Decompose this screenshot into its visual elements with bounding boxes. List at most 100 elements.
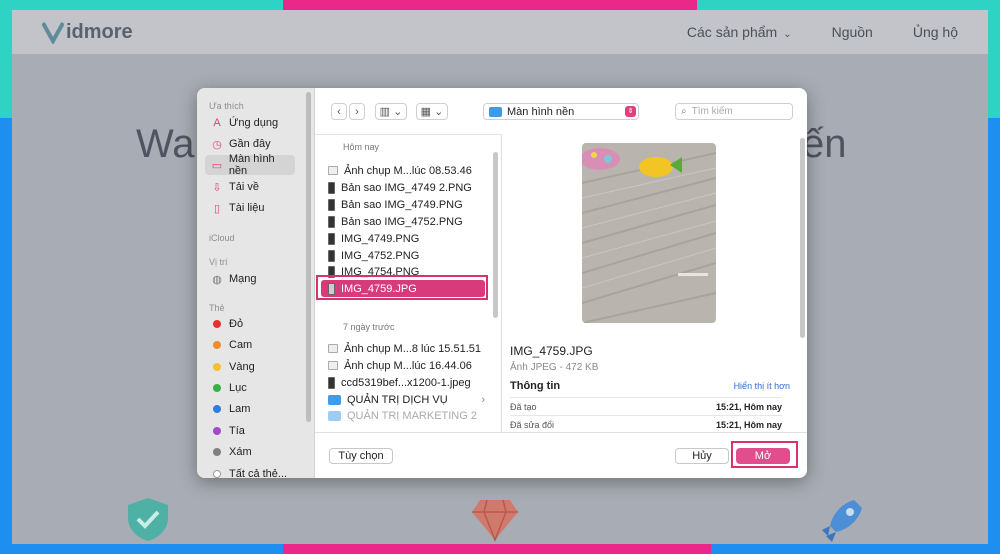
screenshot-file-icon xyxy=(328,166,338,175)
tag-dot-icon xyxy=(213,448,221,456)
preview-file-name: IMG_4759.JPG xyxy=(510,344,593,358)
sidebar-section-locations: Vị trí xyxy=(209,257,228,267)
location-select[interactable]: Màn hình nền ⇕ xyxy=(483,103,639,120)
tag-dot-icon xyxy=(213,341,221,349)
sidebar-item-label: Xám xyxy=(229,446,252,458)
sidebar-tag-gray[interactable]: Xám xyxy=(205,442,295,462)
hero-title-left: Wa xyxy=(136,122,195,166)
screenshot-file-icon xyxy=(328,361,338,370)
chevron-right-icon: › xyxy=(355,105,359,118)
list-item-folder[interactable]: QUẢN TRỊ MARKETING 2 xyxy=(321,407,485,424)
location-label: Màn hình nền xyxy=(507,105,575,118)
selected-file-highlight xyxy=(316,275,488,300)
image-file-icon xyxy=(328,215,335,228)
list-group-today: Hôm nay xyxy=(343,142,380,152)
nav-products[interactable]: Các sản phẩm ⌄ xyxy=(687,24,792,40)
document-icon: ▯ xyxy=(213,202,221,215)
preview-pane: IMG_4759.JPG Ảnh JPEG - 472 KB Thông tin… xyxy=(502,134,807,432)
sidebar-item-label: Đỏ xyxy=(229,318,244,330)
sidebar-item-label: Vàng xyxy=(229,361,255,373)
sidebar-tag-green[interactable]: Lục xyxy=(205,378,295,398)
diamond-icon xyxy=(472,499,518,542)
nav-products-label: Các sản phẩm xyxy=(686,24,778,40)
nav-support[interactable]: Ủng hộ xyxy=(913,24,958,40)
hero-title-right: ến xyxy=(802,122,847,166)
sidebar-item-label: Mạng xyxy=(229,273,257,285)
search-placeholder: Tìm kiếm xyxy=(691,106,733,117)
modified-value: 15:21, Hôm nay xyxy=(715,420,782,430)
list-item-folder[interactable]: QUẢN TRỊ DỊCH VỤ › xyxy=(321,391,485,408)
file-name: QUẢN TRỊ DỊCH VỤ xyxy=(347,393,448,406)
created-label: Đã tạo xyxy=(510,402,537,412)
show-less-link[interactable]: Hiển thị ít hơn xyxy=(734,381,790,391)
list-item[interactable]: Bản sao IMG_4752.PNG xyxy=(321,213,485,230)
forward-button[interactable]: › xyxy=(349,103,365,120)
list-item[interactable]: ccd5319bef...x1200-1.jpeg xyxy=(321,374,485,391)
sidebar-item-network[interactable]: ◍ Mạng xyxy=(205,269,295,289)
sidebar-item-label: Tía xyxy=(229,425,245,437)
sidebar-item-recents[interactable]: ◷ Gần đây xyxy=(205,134,295,154)
screenshot-file-icon xyxy=(328,344,338,353)
site-nav: Các sản phẩm ⌄ Nguồn Ủng hộ xyxy=(687,24,958,40)
sidebar-scrollbar[interactable] xyxy=(306,92,311,422)
list-item[interactable]: Bản sao IMG_4749.PNG xyxy=(321,196,485,213)
view-columns-button[interactable]: ▥ ⌄ xyxy=(375,103,407,120)
sidebar-tag-orange[interactable]: Cam xyxy=(205,335,295,355)
sidebar-tag-purple[interactable]: Tía xyxy=(205,421,295,441)
sidebar-tag-yellow[interactable]: Vàng xyxy=(205,357,295,377)
preview-scrollbar[interactable] xyxy=(800,138,805,338)
open-file-dialog: Ưa thích A Ứng dụng ◷ Gần đây ▭ Màn hình nề… xyxy=(197,88,807,478)
view-grid-button[interactable]: ▦ ⌄ xyxy=(416,103,448,120)
sidebar-all-tags[interactable]: Tất cả thẻ... xyxy=(205,464,295,478)
cancel-button[interactable]: Hủy xyxy=(675,448,729,464)
file-name: QUẢN TRỊ MARKETING 2 xyxy=(347,409,477,422)
folder-icon xyxy=(328,394,341,405)
download-icon: ⇩ xyxy=(212,181,222,194)
frame-top xyxy=(0,0,1000,10)
chevron-down-icon: ⌄ xyxy=(783,29,792,40)
sidebar-item-label: Tải về xyxy=(229,181,259,193)
list-item[interactable]: Ảnh chụp M...lúc 08.53.46 xyxy=(321,162,485,179)
list-item[interactable]: IMG_4749.PNG xyxy=(321,230,485,247)
sidebar-tag-blue[interactable]: Lam xyxy=(205,399,295,419)
folder-icon xyxy=(328,410,341,421)
file-name: Bản sao IMG_4749.PNG xyxy=(341,198,463,211)
created-value: 15:21, Hôm nay xyxy=(715,402,782,412)
grid-view-icon: ▦ ⌄ xyxy=(420,106,444,118)
created-row: Đã tạo 15:21, Hôm nay xyxy=(510,397,782,412)
modified-label: Đã sửa đổi xyxy=(510,420,555,430)
image-file-icon xyxy=(328,376,335,389)
desktop-icon: ▭ xyxy=(211,159,223,172)
back-button[interactable]: ‹ xyxy=(331,103,347,120)
site-header: idmore Các sản phẩm ⌄ Nguồn Ủng hộ xyxy=(12,10,988,54)
list-item[interactable]: IMG_4752.PNG xyxy=(321,247,485,264)
list-item[interactable]: Ảnh chụp M...lúc 16.44.06 xyxy=(321,357,485,374)
list-item[interactable]: Bản sao IMG_4749 2.PNG xyxy=(321,179,485,196)
frame-right xyxy=(988,0,1000,554)
file-name: Bản sao IMG_4749 2.PNG xyxy=(341,181,472,194)
nav-resources[interactable]: Nguồn xyxy=(832,24,873,40)
sidebar-item-applications[interactable]: A Ứng dụng xyxy=(205,113,295,133)
tag-dot-icon xyxy=(213,320,221,328)
tag-dot-icon xyxy=(213,363,221,371)
search-field[interactable]: ⌕ Tìm kiếm xyxy=(675,103,793,120)
sidebar-item-documents[interactable]: ▯ Tài liệu xyxy=(205,198,295,218)
file-name: ccd5319bef...x1200-1.jpeg xyxy=(341,376,471,389)
sidebar-tag-red[interactable]: Đỏ xyxy=(205,314,295,334)
list-item[interactable]: Ảnh chụp M...8 lúc 15.51.51 xyxy=(321,340,485,357)
sidebar-item-label: Ứng dụng xyxy=(229,117,279,129)
tag-dot-icon xyxy=(213,427,221,435)
sidebar-item-desktop[interactable]: ▭ Màn hình nền xyxy=(205,153,295,177)
chevron-right-icon: › xyxy=(481,393,485,406)
image-file-icon xyxy=(328,181,335,194)
list-scrollbar[interactable] xyxy=(493,152,498,318)
file-name: IMG_4749.PNG xyxy=(341,232,420,245)
sidebar-item-label: Tất cả thẻ... xyxy=(229,468,288,478)
site-logo[interactable]: idmore xyxy=(42,20,133,44)
options-button[interactable]: Tùy chọn xyxy=(329,448,393,464)
sidebar-section-tags: Thẻ xyxy=(209,303,225,313)
sidebar-item-label: Cam xyxy=(229,339,253,351)
file-name: Ảnh chụp M...lúc 16.44.06 xyxy=(344,359,472,372)
folder-icon xyxy=(489,106,502,117)
sidebar-item-downloads[interactable]: ⇩ Tải về xyxy=(205,177,295,197)
